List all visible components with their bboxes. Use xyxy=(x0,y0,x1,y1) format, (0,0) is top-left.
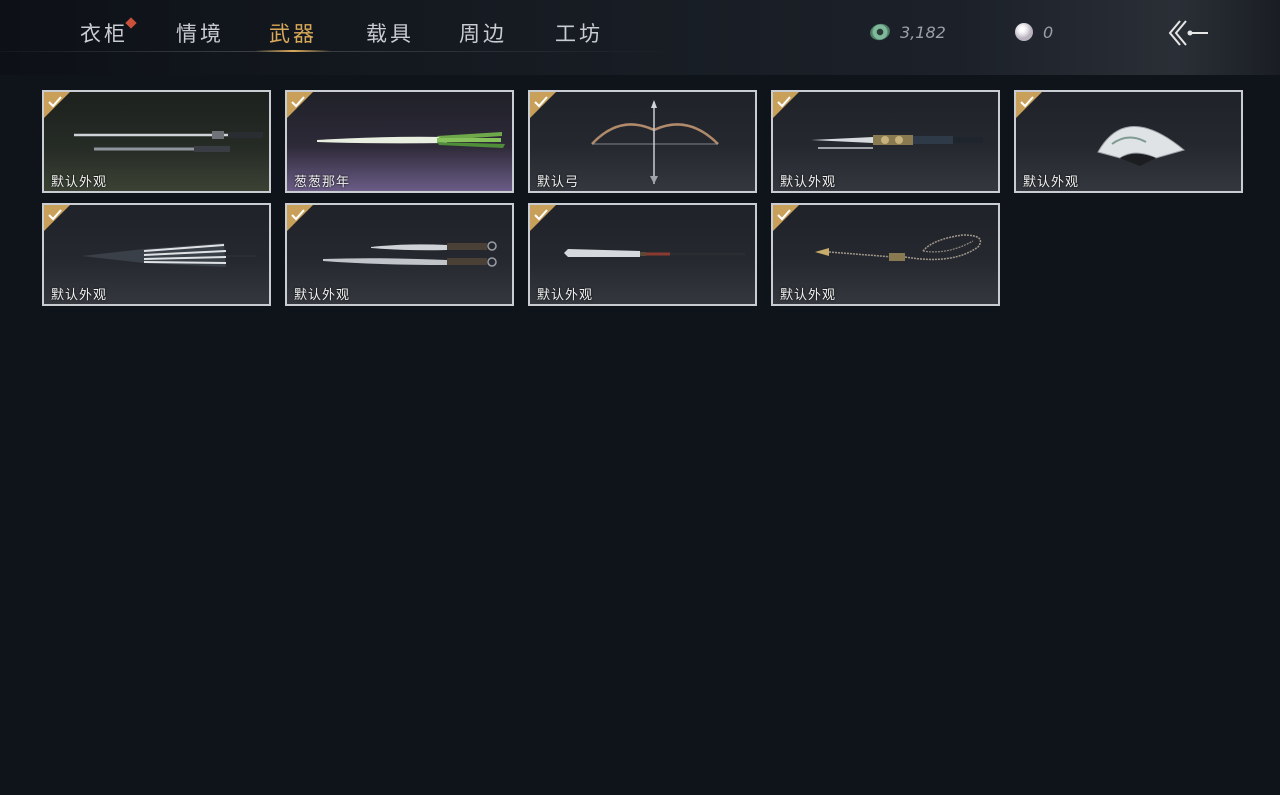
item-name: 默认外观 xyxy=(537,288,594,303)
item-name: 默认外观 xyxy=(51,288,108,303)
jade-currency: 3,182 xyxy=(868,20,946,44)
back-button[interactable] xyxy=(1166,18,1210,52)
item-name: 默认外观 xyxy=(780,175,837,190)
pearl-icon xyxy=(1015,23,1033,41)
pearl-currency: 0 xyxy=(1015,20,1053,44)
weapon-card[interactable]: 默认外观 xyxy=(528,203,757,306)
tab-weapons[interactable]: 武器 xyxy=(269,18,317,52)
weapon-card[interactable]: 默认外观 xyxy=(42,203,271,306)
jade-coin-icon xyxy=(868,21,892,43)
equipped-check-icon xyxy=(287,92,313,118)
equipped-check-icon xyxy=(44,205,70,231)
equipped-check-icon xyxy=(773,205,799,231)
equipped-check-icon xyxy=(773,92,799,118)
item-name: 默认外观 xyxy=(294,288,351,303)
weapon-card[interactable]: 默认外观 xyxy=(771,203,1000,306)
top-nav-bar: 衣柜 情境 武器 载具 周边 工坊 3,182 0 xyxy=(0,0,1280,75)
item-name: 默认外观 xyxy=(51,175,108,190)
item-name: 默认外观 xyxy=(1023,175,1080,190)
weapon-card[interactable]: 默认外观 xyxy=(771,90,1000,193)
equipped-check-icon xyxy=(530,92,556,118)
equipped-check-icon xyxy=(44,92,70,118)
tab-workshop[interactable]: 工坊 xyxy=(555,18,603,52)
tab-scene[interactable]: 情境 xyxy=(176,18,224,52)
weapon-card[interactable]: 默认外观 xyxy=(1014,90,1243,193)
item-name: 默认外观 xyxy=(780,288,837,303)
weapon-card[interactable]: 默认弓 xyxy=(528,90,757,193)
pearl-amount: 0 xyxy=(1043,22,1054,42)
tab-wardrobe[interactable]: 衣柜 xyxy=(80,18,128,52)
equipped-check-icon xyxy=(1016,92,1042,118)
weapon-card[interactable]: 默认外观 xyxy=(42,90,271,193)
item-name: 默认弓 xyxy=(537,175,580,190)
active-tab-indicator xyxy=(255,50,331,52)
weapon-card[interactable]: 葱葱那年 xyxy=(285,90,514,193)
weapon-card[interactable]: 默认外观 xyxy=(285,203,514,306)
equipped-check-icon xyxy=(287,205,313,231)
item-name: 葱葱那年 xyxy=(294,175,351,190)
jade-amount: 3,182 xyxy=(900,22,946,42)
double-chevron-back-icon xyxy=(1168,20,1208,46)
tab-vehicles[interactable]: 载具 xyxy=(366,18,414,52)
tab-peripherals[interactable]: 周边 xyxy=(459,18,507,52)
equipped-check-icon xyxy=(530,205,556,231)
